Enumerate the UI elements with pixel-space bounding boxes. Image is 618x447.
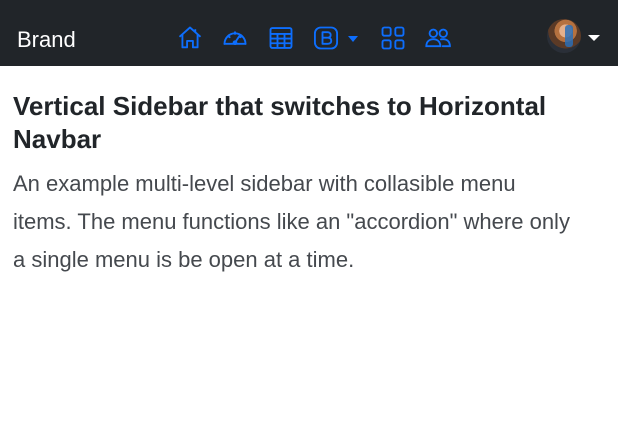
lead-paragraph: An example multi-level sidebar with coll…: [13, 171, 570, 272]
avatar[interactable]: [547, 19, 581, 53]
people-icon[interactable]: [424, 24, 452, 52]
main-content: Vertical Sidebar that switches to Horizo…: [13, 90, 605, 279]
speedometer-icon[interactable]: [221, 24, 249, 52]
caret-down-icon[interactable]: [588, 35, 600, 41]
navbar: Brand: [0, 0, 618, 66]
user-menu-toggle[interactable]: [547, 19, 607, 55]
bootstrap-icon[interactable]: [312, 24, 340, 52]
brand-link[interactable]: Brand: [17, 26, 76, 54]
house-icon[interactable]: [176, 24, 204, 52]
table-icon[interactable]: [267, 24, 295, 52]
grid-icon[interactable]: [379, 24, 407, 52]
chevron-down-icon[interactable]: [348, 36, 358, 42]
page-title: Vertical Sidebar that switches to Horizo…: [13, 91, 547, 154]
